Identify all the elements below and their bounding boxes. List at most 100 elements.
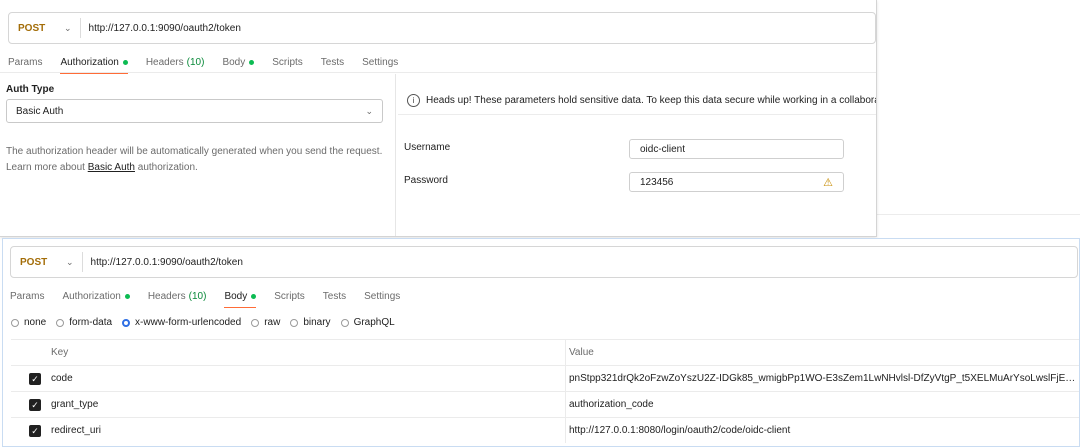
checkmark-icon[interactable]: ✓ xyxy=(29,373,41,385)
chevron-down-icon: ⌄ xyxy=(66,256,74,267)
url-bar: POST ⌄ http://127.0.0.1:9090/oauth2/toke… xyxy=(8,12,876,44)
tab-headers-label: Headers xyxy=(147,290,186,302)
username-label: Username xyxy=(404,142,451,153)
auth-column-divider xyxy=(395,74,396,236)
tab-params[interactable]: Params xyxy=(8,57,42,68)
request-tabs: Params Authorization Headers (10) Body Sc… xyxy=(8,52,416,74)
tab-scripts-label: Scripts xyxy=(272,56,303,68)
tab-params[interactable]: Params xyxy=(10,291,44,302)
info-icon: i xyxy=(407,93,420,107)
url-bar: POST ⌄ http://127.0.0.1:9090/oauth2/toke… xyxy=(10,246,1078,278)
tab-authorization[interactable]: Authorization xyxy=(62,291,130,302)
notice-text: Heads up! These parameters hold sensitiv… xyxy=(426,94,876,106)
request-panel-authorization: POST ⌄ http://127.0.0.1:9090/oauth2/toke… xyxy=(0,0,877,237)
tab-scripts[interactable]: Scripts xyxy=(272,57,303,68)
chevron-down-icon: ⌄ xyxy=(365,105,373,116)
body-type-label: raw xyxy=(264,317,281,328)
body-type-options: none form-data x-www-form-urlencoded raw… xyxy=(11,317,405,328)
tab-settings-label: Settings xyxy=(362,56,399,68)
background-divider xyxy=(877,214,1080,215)
tabs-divider xyxy=(0,72,876,73)
param-value[interactable]: pnStpp321drQk2oFzwZoYszU2Z-IDGk85_wmigbP… xyxy=(569,373,1077,384)
key-column-header: Key xyxy=(51,347,69,358)
tab-params-label: Params xyxy=(10,290,45,302)
column-divider xyxy=(565,366,566,391)
url-input[interactable]: http://127.0.0.1:9090/oauth2/token xyxy=(81,23,241,34)
param-value[interactable]: authorization_code xyxy=(569,399,1077,410)
body-type-graphql[interactable]: GraphQL xyxy=(340,317,395,328)
tab-headers[interactable]: Headers (10) xyxy=(148,291,207,302)
warning-icon: ⚠ xyxy=(823,176,833,189)
radio-icon xyxy=(56,318,65,327)
headers-count: (10) xyxy=(186,56,205,68)
auth-description: The authorization header will be automat… xyxy=(6,144,391,176)
tab-params-label: Params xyxy=(8,56,43,68)
radio-icon xyxy=(11,318,19,327)
body-type-label: binary xyxy=(303,317,331,328)
column-divider xyxy=(565,418,566,443)
tab-authorization-label: Authorization xyxy=(60,56,119,68)
body-params-table: Key Value ✓ code pnStpp321drQk2oFzwZoYsz… xyxy=(11,339,1079,443)
body-type-urlencoded[interactable]: x-www-form-urlencoded xyxy=(122,317,241,328)
auth-type-select[interactable]: Basic Auth ⌄ xyxy=(6,99,383,123)
body-type-none[interactable]: none xyxy=(11,317,46,328)
radio-icon xyxy=(290,318,299,327)
tab-tests-label: Tests xyxy=(322,290,347,302)
headers-count: (10) xyxy=(188,290,207,302)
password-field[interactable]: 123456 ⚠ xyxy=(629,172,844,192)
tab-settings[interactable]: Settings xyxy=(362,57,398,68)
body-type-raw[interactable]: raw xyxy=(251,317,280,328)
body-type-label: form-data xyxy=(69,317,113,328)
auth-type-label: Auth Type xyxy=(6,84,55,95)
status-dot-icon xyxy=(251,293,257,299)
body-type-label: GraphQL xyxy=(353,317,395,328)
username-field[interactable]: oidc-client xyxy=(629,139,844,159)
method-select[interactable]: POST ⌄ xyxy=(9,13,80,43)
auth-type-value: Basic Auth xyxy=(16,105,64,117)
password-value: 123456 xyxy=(640,176,674,188)
tab-body[interactable]: Body xyxy=(224,290,257,308)
username-value: oidc-client xyxy=(640,143,686,155)
method-label: POST xyxy=(20,256,48,268)
auth-description-line1: The authorization header will be automat… xyxy=(6,146,383,157)
request-tabs: Params Authorization Headers (10) Body Sc… xyxy=(10,286,418,308)
body-type-form-data[interactable]: form-data xyxy=(56,317,112,328)
checkmark-icon[interactable]: ✓ xyxy=(29,425,41,437)
table-row: ✓ grant_type authorization_code xyxy=(11,391,1079,417)
method-select[interactable]: POST ⌄ xyxy=(11,247,82,277)
tab-tests[interactable]: Tests xyxy=(321,57,344,68)
tab-tests[interactable]: Tests xyxy=(323,291,346,302)
checkmark-icon[interactable]: ✓ xyxy=(29,399,41,411)
method-label: POST xyxy=(18,22,46,34)
body-type-label: none xyxy=(24,317,47,328)
chevron-down-icon: ⌄ xyxy=(64,22,72,33)
param-key[interactable]: code xyxy=(51,373,73,384)
tab-headers[interactable]: Headers (10) xyxy=(146,57,205,68)
password-label: Password xyxy=(404,175,448,186)
tab-scripts[interactable]: Scripts xyxy=(274,291,305,302)
url-input[interactable]: http://127.0.0.1:9090/oauth2/token xyxy=(83,257,243,268)
tab-authorization[interactable]: Authorization xyxy=(60,56,129,74)
status-dot-icon xyxy=(122,59,128,65)
param-value[interactable]: http://127.0.0.1:8080/login/oauth2/code/… xyxy=(569,425,1077,436)
status-dot-icon xyxy=(249,59,255,65)
body-type-binary[interactable]: binary xyxy=(290,317,331,328)
param-key[interactable]: grant_type xyxy=(51,399,98,410)
tab-body-label: Body xyxy=(222,56,246,68)
tab-headers-label: Headers xyxy=(145,56,184,68)
table-header-row: Key Value xyxy=(11,339,1079,365)
basic-auth-link[interactable]: Basic Auth xyxy=(88,162,135,173)
column-divider xyxy=(565,392,566,417)
param-key[interactable]: redirect_uri xyxy=(51,425,101,436)
table-row: ✓ redirect_uri http://127.0.0.1:8080/log… xyxy=(11,417,1079,443)
column-divider xyxy=(565,340,566,365)
tab-body-label: Body xyxy=(224,290,248,302)
tab-body[interactable]: Body xyxy=(222,56,255,68)
auth-description-line2: Learn more about Basic Auth authorizatio… xyxy=(6,160,391,176)
auth-description-prefix: Learn more about xyxy=(6,162,88,173)
tab-scripts-label: Scripts xyxy=(274,290,305,302)
status-dot-icon xyxy=(124,293,130,299)
body-type-label: x-www-form-urlencoded xyxy=(135,317,242,328)
sensitive-data-notice: i Heads up! These parameters hold sensit… xyxy=(398,86,876,115)
tab-settings[interactable]: Settings xyxy=(364,291,400,302)
